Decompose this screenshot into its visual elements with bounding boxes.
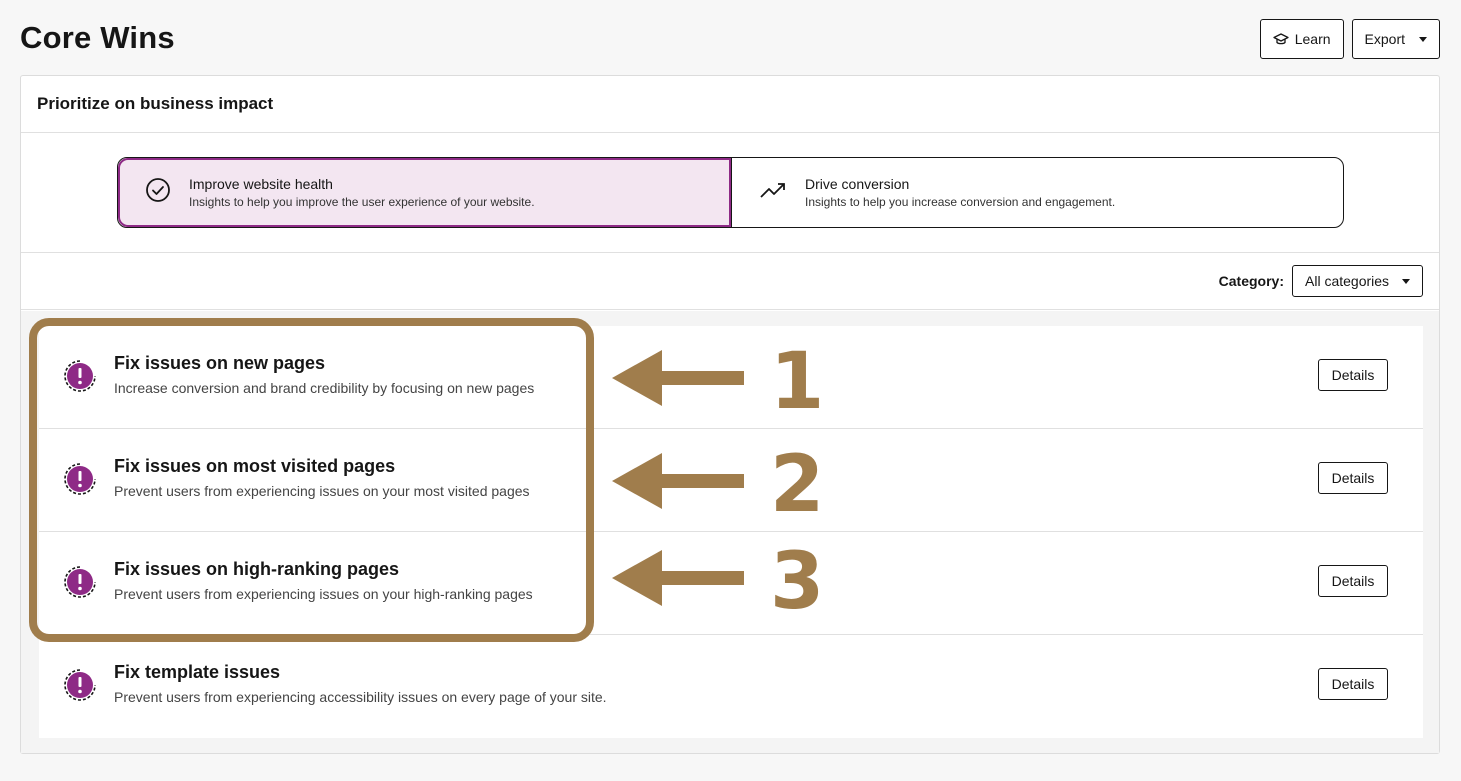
category-select[interactable]: All categories <box>1292 265 1423 297</box>
header-actions: Learn Export <box>1259 19 1440 59</box>
business-impact-card: Prioritize on business impact Improve we… <box>20 75 1440 754</box>
details-button[interactable]: Details <box>1318 462 1388 494</box>
category-value: All categories <box>1305 273 1390 289</box>
annotation-arrow-icon <box>612 350 744 406</box>
item-title: Fix template issues <box>114 662 281 682</box>
caret-down-icon <box>1419 36 1427 42</box>
page-title: Core Wins <box>20 20 175 55</box>
details-button[interactable]: Details <box>1318 359 1388 391</box>
annotation-number-3: 3 <box>770 537 825 627</box>
details-button[interactable]: Details <box>1318 668 1388 700</box>
item-title: Fix issues on most visited pages <box>114 456 396 476</box>
segment-title: Drive conversion <box>805 176 910 192</box>
learn-label: Learn <box>1294 31 1331 47</box>
alert-circle-icon <box>63 359 97 393</box>
item-title: Fix issues on new pages <box>114 353 326 373</box>
export-label: Export <box>1364 31 1405 47</box>
alert-circle-icon <box>63 462 97 496</box>
check-circle-icon <box>145 177 171 208</box>
caret-down-icon <box>1402 278 1410 284</box>
list-item: Fix template issues Prevent users from e… <box>39 635 1423 738</box>
alert-circle-icon <box>63 668 97 702</box>
item-desc: Prevent users from experiencing issues o… <box>114 586 533 602</box>
segment-drive-conversion[interactable]: Drive conversion Insights to help you in… <box>731 158 1343 227</box>
learn-button[interactable]: Learn <box>1259 19 1344 59</box>
annotation-arrow-icon <box>612 550 744 606</box>
segment-title: Improve website health <box>189 176 333 192</box>
item-title: Fix issues on high-ranking pages <box>114 559 400 579</box>
annotation-number-2: 2 <box>770 440 825 530</box>
segment-improve-website-health[interactable]: Improve website health Insights to help … <box>118 158 731 227</box>
filter-bar: Category: All categories <box>21 253 1439 310</box>
segmented-control: Improve website health Insights to help … <box>117 157 1344 228</box>
graduation-cap-icon <box>1273 31 1289 47</box>
card-title: Prioritize on business impact <box>21 76 1439 133</box>
segment-desc: Insights to help you improve the user ex… <box>189 195 535 209</box>
segment-desc: Insights to help you increase conversion… <box>805 195 1116 209</box>
trending-up-icon <box>759 180 787 205</box>
details-button[interactable]: Details <box>1318 565 1388 597</box>
annotation-number-1: 1 <box>770 337 825 427</box>
alert-circle-icon <box>63 565 97 599</box>
segment-section: Improve website health Insights to help … <box>21 133 1439 253</box>
export-button[interactable]: Export <box>1351 19 1440 59</box>
item-desc: Prevent users from experiencing issues o… <box>114 483 530 499</box>
category-label: Category: <box>1218 273 1284 289</box>
annotation-arrow-icon <box>612 453 744 509</box>
item-desc: Prevent users from experiencing accessib… <box>114 689 607 705</box>
item-desc: Increase conversion and brand credibilit… <box>114 380 535 396</box>
